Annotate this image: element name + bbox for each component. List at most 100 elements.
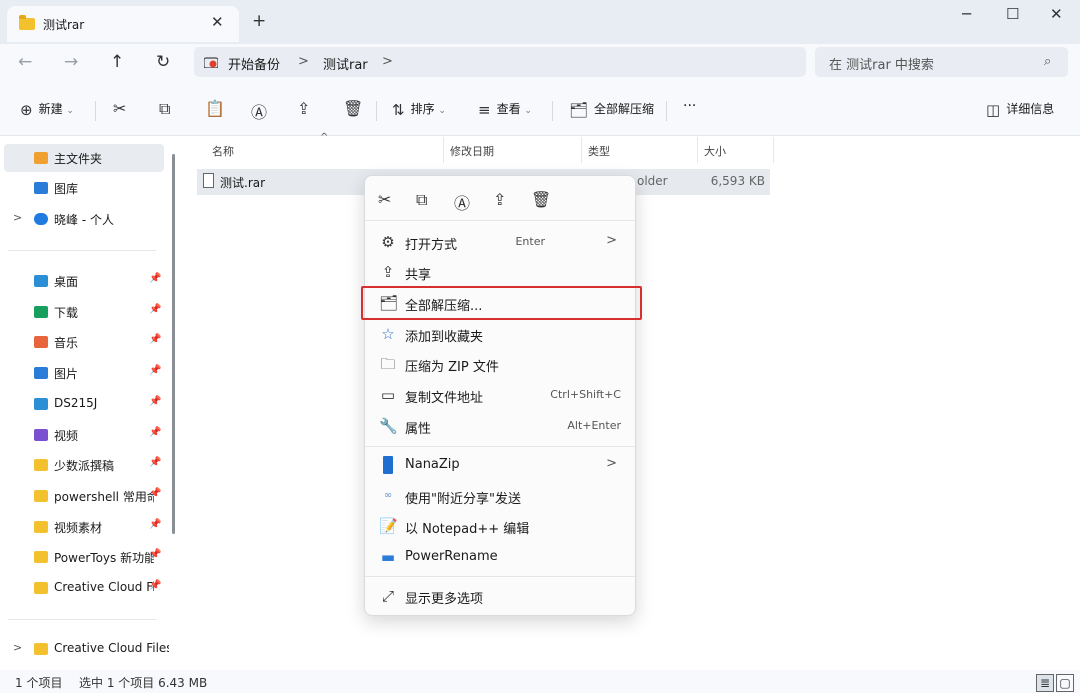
breadcrumb-current[interactable]: 测试rar [323, 54, 368, 73]
pin-icon[interactable]: 📌 [149, 304, 161, 315]
share-icon[interactable]: ⇪ [297, 99, 310, 118]
delete-icon[interactable]: 🗑 [531, 190, 551, 209]
share-icon[interactable]: ⇪ [493, 190, 506, 209]
menu-item-properties[interactable]: 🔧 属性 Alt+Enter [369, 411, 631, 441]
menu-item-share[interactable]: ⇪ 共享 [369, 257, 631, 287]
maximize-button[interactable]: ☐ [1006, 5, 1019, 23]
column-divider[interactable] [443, 137, 444, 163]
onedrive-icon [34, 213, 48, 225]
close-tab-button[interactable]: ✕ [211, 13, 224, 31]
file-type: older [637, 174, 668, 188]
new-tab-button[interactable]: + [252, 11, 266, 31]
up-button[interactable]: ↑ [110, 52, 124, 72]
breadcrumb-root[interactable]: 开始备份 [228, 54, 280, 73]
breadcrumb-separator[interactable]: > [382, 54, 393, 69]
forward-button[interactable]: → [64, 52, 78, 72]
new-button[interactable]: ⊕ 新建 ⌄ [20, 100, 74, 119]
menu-item-open-with[interactable]: ⚙ 打开方式 Enter > [369, 227, 631, 257]
pin-icon[interactable]: 📌 [149, 519, 161, 530]
column-divider[interactable] [581, 137, 582, 163]
menu-item-label: 使用"附近分享"发送 [405, 492, 521, 507]
menu-item-shortcut: Enter [515, 235, 545, 248]
close-window-button[interactable]: ✕ [1050, 5, 1063, 23]
pin-icon[interactable]: 📌 [149, 457, 161, 468]
column-header-size[interactable]: 大小 [704, 143, 726, 159]
delete-icon[interactable]: 🗑 [343, 99, 363, 118]
sidebar-item-quick-access[interactable]: 桌面 📌 [4, 267, 164, 295]
sidebar-item-quick-access[interactable]: 视频 📌 [4, 421, 164, 449]
tiles-view-button[interactable]: ▢ [1056, 674, 1074, 692]
folder-icon [34, 428, 48, 441]
back-button[interactable]: ← [18, 52, 32, 72]
pin-icon[interactable]: 📌 [149, 549, 161, 560]
sidebar-item-quick-access[interactable]: DS215J 📌 [4, 390, 164, 418]
chevron-right-icon: > [606, 456, 617, 471]
sidebar-item-quick-access[interactable]: powershell 常用命令📌 [4, 482, 164, 510]
file-icon [203, 173, 214, 188]
extract-all-button[interactable]: 🗂 全部解压缩 [569, 100, 654, 119]
search-box[interactable]: 在 测试rar 中搜索 ⌕ [815, 47, 1068, 77]
rename-icon[interactable]: Ⓐ [251, 99, 267, 123]
sidebar-item-onedrive[interactable]: > 晓峰 - 个人 [4, 205, 164, 233]
sidebar-item-quick-access[interactable]: PowerToys 新功能 📌 [4, 543, 164, 571]
zip-icon: 🗀 [380, 355, 396, 373]
cut-icon[interactable]: ✂ [113, 99, 126, 118]
sidebar-item-gallery[interactable]: 图库 [4, 174, 164, 202]
sidebar-item-creative-cloud[interactable]: > Creative Cloud Files [4, 635, 169, 663]
pin-icon[interactable]: 📌 [149, 580, 161, 591]
sidebar-item-quick-access[interactable]: Creative Cloud Files📌 [4, 574, 164, 602]
sidebar-item-home[interactable]: 主文件夹 [4, 144, 164, 172]
details-button[interactable]: ◫ 详细信息 [986, 100, 1054, 119]
scrollbar[interactable] [172, 154, 175, 534]
menu-item-label: 压缩为 ZIP 文件 [405, 360, 499, 375]
menu-item-compress-zip[interactable]: 🗀 压缩为 ZIP 文件 [369, 349, 631, 379]
sidebar-item-quick-access[interactable]: 音乐 📌 [4, 328, 164, 356]
chevron-right-icon[interactable]: > [13, 211, 22, 224]
rename-icon[interactable]: Ⓐ [454, 190, 470, 214]
sidebar-item-label: PowerToys 新功能 [54, 551, 154, 566]
column-header-type[interactable]: 类型 [588, 143, 610, 159]
menu-item-add-to-favorites[interactable]: ☆ 添加到收藏夹 [369, 319, 631, 349]
sidebar-item-quick-access[interactable]: 图片 📌 [4, 359, 164, 387]
divider [365, 576, 635, 577]
menu-item-copy-path[interactable]: ▭ 复制文件地址 Ctrl+Shift+C [369, 380, 631, 410]
menu-item-label: 以 Notepad++ 编辑 [405, 522, 530, 537]
details-view-button[interactable]: ≣ [1036, 674, 1054, 692]
sidebar-item-quick-access[interactable]: 下载 📌 [4, 298, 164, 326]
column-header-date[interactable]: 修改日期 [450, 143, 494, 159]
tab-current[interactable]: 测试rar ✕ [7, 6, 239, 42]
status-bar: 1 个项目 选中 1 个项目 6.43 MB ≣ ▢ [0, 670, 1080, 693]
chevron-right-icon[interactable]: > [13, 641, 22, 654]
refresh-button[interactable]: ↻ [156, 52, 170, 72]
menu-item-nanazip[interactable]: NanaZip > [369, 450, 631, 480]
pin-icon[interactable]: 📌 [149, 334, 161, 345]
sidebar-item-quick-access[interactable]: 视频素材 📌 [4, 513, 164, 541]
sidebar-item-label: 晓峰 - 个人 [54, 213, 114, 227]
view-button[interactable]: ≡ 查看 ⌄ [478, 100, 532, 119]
pin-icon[interactable]: 📌 [149, 427, 161, 438]
column-divider[interactable] [773, 137, 774, 163]
menu-item-notepadpp[interactable]: 📝 以 Notepad++ 编辑 [369, 511, 631, 541]
copy-icon[interactable]: ⧉ [159, 99, 170, 119]
address-bar[interactable]: 开始备份 > 测试rar > [194, 47, 806, 77]
folder-icon [34, 459, 48, 472]
copy-icon[interactable]: ⧉ [416, 190, 427, 210]
pin-icon[interactable]: 📌 [149, 488, 161, 499]
sort-button[interactable]: ⇅ 排序 ⌄ [392, 100, 446, 119]
search-input[interactable]: 在 测试rar 中搜索 [829, 54, 934, 73]
menu-item-show-more-options[interactable]: ⤢ 显示更多选项 [369, 581, 631, 611]
divider [666, 101, 667, 121]
pin-icon[interactable]: 📌 [149, 365, 161, 376]
paste-icon[interactable]: 📋 [205, 99, 225, 118]
breadcrumb-separator[interactable]: > [298, 54, 309, 69]
column-divider[interactable] [697, 137, 698, 163]
pin-icon[interactable]: 📌 [149, 273, 161, 284]
column-header-name[interactable]: 名称 [212, 143, 234, 159]
minimize-button[interactable]: ─ [962, 5, 971, 23]
pin-icon[interactable]: 📌 [149, 396, 161, 407]
menu-item-nearby-share[interactable]: ∞ 使用"附近分享"发送 [369, 481, 631, 511]
menu-item-powerrename[interactable]: ▬ PowerRename [369, 542, 631, 572]
more-button[interactable]: ··· [683, 98, 696, 114]
cut-icon[interactable]: ✂ [378, 190, 391, 209]
sidebar-item-quick-access[interactable]: 少数派撰稿 📌 [4, 451, 164, 479]
